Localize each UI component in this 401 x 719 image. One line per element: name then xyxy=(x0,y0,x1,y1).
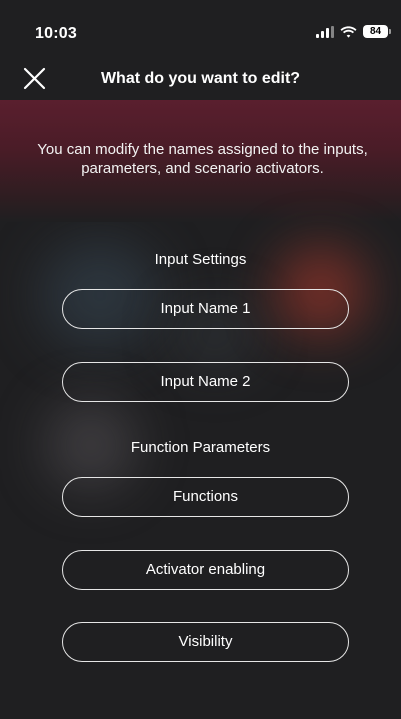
page-title: What do you want to edit? xyxy=(100,70,301,87)
description-banner: You can modify the names assigned to the… xyxy=(0,100,401,222)
battery-icon: 84 xyxy=(363,25,391,38)
edit-screen: 10:03 84 What do you want to edit? You c… xyxy=(0,0,401,719)
input-name-2-button[interactable]: Input Name 2 xyxy=(62,362,349,402)
wifi-icon xyxy=(340,25,357,38)
description-text: You can modify the names assigned to the… xyxy=(37,141,368,177)
status-bar: 10:03 84 xyxy=(0,0,401,52)
status-time: 10:03 xyxy=(35,25,77,42)
signal-icon xyxy=(316,25,334,38)
section-title-input-settings: Input Settings xyxy=(154,251,247,268)
header: What do you want to edit? xyxy=(0,58,401,100)
functions-button[interactable]: Functions xyxy=(62,477,349,517)
section-title-function-parameters: Function Parameters xyxy=(130,439,271,456)
activator-enabling-button[interactable]: Activator enabling xyxy=(62,550,349,590)
status-icons: 84 xyxy=(316,25,391,38)
input-name-1-button[interactable]: Input Name 1 xyxy=(62,289,349,329)
visibility-button[interactable]: Visibility xyxy=(62,622,349,662)
